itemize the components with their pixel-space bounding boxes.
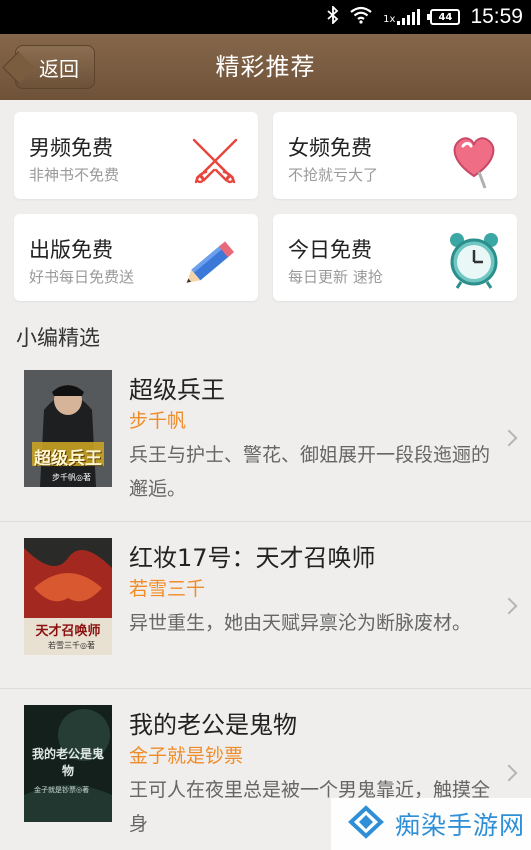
wifi-icon	[349, 6, 373, 28]
book-cover-title: 超级兵王	[34, 449, 102, 469]
book-cover-title: 天才召唤师	[35, 624, 101, 639]
category-subtitle: 不抢就亏大了	[288, 166, 379, 184]
title-bar: 返回 精彩推荐	[0, 34, 531, 100]
book-title: 我的老公是鬼物	[129, 711, 297, 739]
chevron-right-icon	[500, 597, 518, 615]
network-type-label: 1x	[383, 14, 396, 25]
pencil-icon	[186, 230, 244, 288]
book-author: 金子就是钞票	[129, 745, 244, 767]
category-card-today-free[interactable]: 今日免费 每日更新 速抢	[273, 214, 517, 301]
book-cover-author: 金子就是钞票◎著	[34, 786, 90, 794]
watermark: 痴染手游网	[331, 798, 531, 850]
book-author: 若雪三千	[129, 578, 206, 600]
book-description: 兵王与护士、警花、御姐展开一段段迤逦的邂逅。	[129, 444, 491, 500]
heart-lollipop-icon	[445, 128, 503, 189]
category-subtitle: 非神书不免费	[29, 166, 120, 184]
signal-icon	[397, 9, 421, 25]
status-bar: 1x 44 15:59	[0, 0, 531, 34]
book-title: 超级兵王	[129, 376, 225, 404]
back-button-label: 返回	[39, 56, 79, 81]
book-author: 步千帆	[129, 410, 187, 432]
book-cover-author: 若雪三千◎著	[48, 641, 95, 650]
alarm-clock-icon	[445, 230, 503, 289]
book-cover: 超级兵王 步千帆◎著	[24, 370, 112, 487]
category-title: 女频免费	[288, 136, 372, 160]
watermark-text: 痴染手游网	[395, 811, 526, 840]
bluetooth-icon	[327, 4, 339, 29]
book-cover: 我的老公是鬼物 金子就是钞票◎著	[24, 705, 112, 822]
watermark-logo-icon	[345, 804, 387, 844]
book-title: 红妆17号：天才召唤师	[129, 544, 376, 572]
category-title: 出版免费	[29, 238, 113, 262]
status-time: 15:59	[470, 5, 523, 28]
book-cover-title: 我的老公是鬼物	[31, 747, 104, 778]
chevron-right-icon	[500, 429, 518, 447]
back-button[interactable]: 返回	[15, 45, 95, 89]
category-subtitle: 每日更新 速抢	[288, 268, 383, 286]
category-card-female-free[interactable]: 女频免费 不抢就亏大了	[273, 112, 517, 199]
battery-icon: 44	[427, 9, 461, 25]
category-title: 男频免费	[29, 136, 113, 160]
book-cover: 天才召唤师 若雪三千◎著	[24, 538, 112, 655]
category-title: 今日免费	[288, 238, 372, 262]
category-card-publish-free[interactable]: 出版免费 好书每日免费送	[14, 214, 258, 301]
book-cover-author: 步千帆◎著	[52, 473, 91, 482]
category-subtitle: 好书每日免费送	[29, 268, 135, 286]
section-title: 小编精选	[16, 326, 100, 350]
chevron-right-icon	[500, 764, 518, 782]
category-card-male-free[interactable]: 男频免费 非神书不免费	[14, 112, 258, 199]
book-description: 异世重生，她由天赋异禀沦为断脉废材。	[129, 612, 472, 634]
crossed-swords-icon	[186, 128, 244, 186]
book-item[interactable]: 超级兵王 步千帆◎著 超级兵王 步千帆 兵王与护士、警花、御姐展开一段段迤逦的邂…	[0, 354, 531, 522]
book-item[interactable]: 天才召唤师 若雪三千◎著 红妆17号：天才召唤师 若雪三千 异世重生，她由天赋异…	[0, 521, 531, 689]
